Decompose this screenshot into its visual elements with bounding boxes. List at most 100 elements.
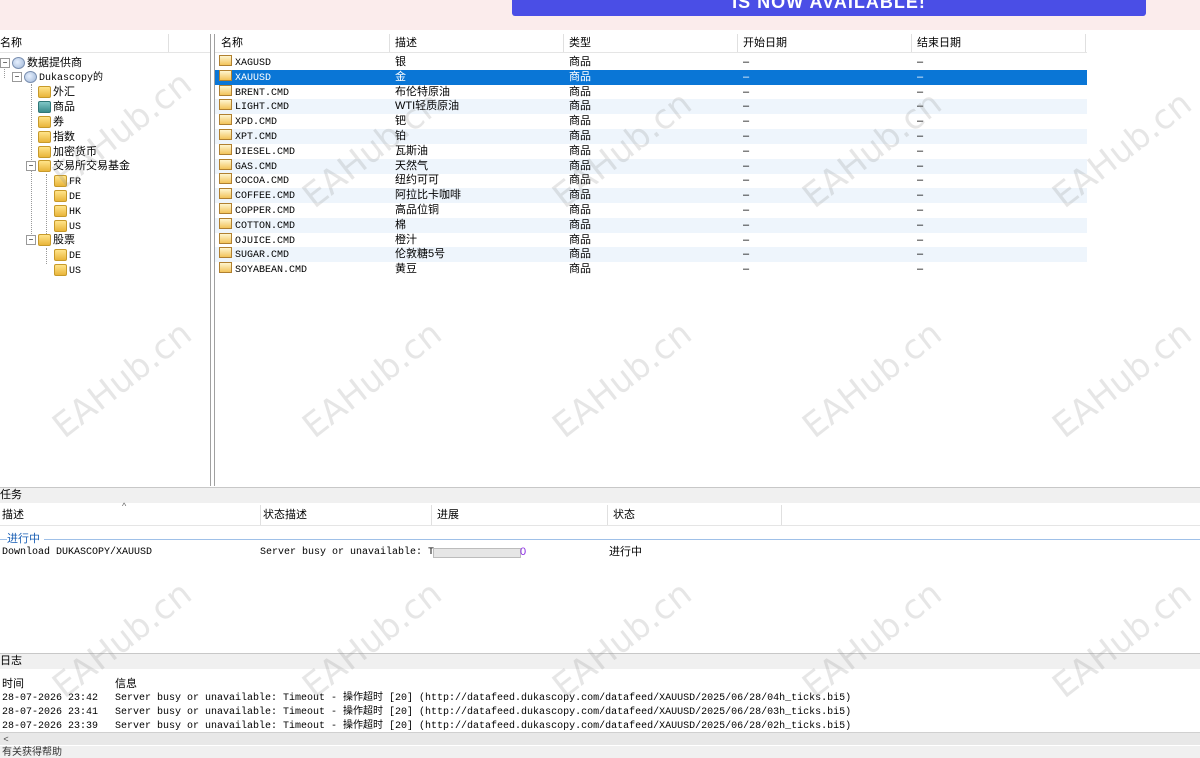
- tree-node-etf-fr[interactable]: FR: [54, 174, 81, 188]
- symbol-cell-text: –: [743, 70, 750, 83]
- symbol-cell-type: 商品: [563, 129, 591, 144]
- collapse-icon[interactable]: −: [26, 161, 36, 172]
- tree-node-indices[interactable]: 指数: [38, 130, 75, 144]
- symbol-cell-text: –: [917, 263, 924, 276]
- tree-node-etf-hk[interactable]: HK: [54, 204, 81, 218]
- symbol-cell-desc: 铂: [389, 129, 406, 144]
- horizontal-scrollbar[interactable]: <: [0, 732, 1200, 745]
- symbol-cell-text: –: [917, 159, 924, 172]
- folder-icon: [38, 131, 51, 144]
- symbol-cell-desc: 银: [389, 55, 406, 70]
- tree-node-etf-de[interactable]: DE: [54, 189, 81, 203]
- collapse-icon[interactable]: −: [26, 235, 36, 246]
- provider-tree[interactable]: 名称 − 数据提供商 − Dukascopy的 外汇 商品 券 指数 加密货币 − 交…: [0, 34, 211, 486]
- tasks-header: 描述 状态描述 进展 状态 ^: [0, 501, 1200, 526]
- collapse-icon[interactable]: −: [12, 72, 22, 83]
- tasks-col-desc[interactable]: 描述: [0, 505, 261, 525]
- symbol-row[interactable]: SOYABEAN.CMD 黄豆 商品 – –: [215, 262, 1087, 277]
- symbol-row[interactable]: GAS.CMD 天然气 商品 – –: [215, 158, 1087, 175]
- tree-node-crypto[interactable]: 加密货币: [38, 145, 97, 159]
- symbol-cell-desc: WTI轻质原油: [389, 99, 459, 114]
- symbol-row[interactable]: OJUICE.CMD 橙汁 商品 – –: [215, 232, 1087, 249]
- symbol-row[interactable]: COCOA.CMD 纽约可可 商品 – –: [215, 173, 1087, 188]
- symbol-cell-desc: 阿拉比卡咖啡: [389, 188, 461, 203]
- symbol-cell-text: 商品: [569, 263, 591, 276]
- instrument-icon: [219, 217, 232, 229]
- task-row[interactable]: Download DUKASCOPY/XAUUSD Server busy or…: [0, 545, 1200, 560]
- symbol-cell-end: –: [911, 129, 923, 144]
- symbol-cell-desc: 黄豆: [389, 262, 417, 277]
- symbol-row[interactable]: XAUUSD 金 商品 – –: [215, 69, 1087, 85]
- symbol-cell-end: –: [911, 70, 923, 85]
- instrument-icon: [219, 247, 232, 259]
- symbol-cell-name: XAGUSD: [215, 55, 271, 71]
- tree-node-root[interactable]: − 数据提供商: [0, 56, 82, 70]
- symbol-cell-type: 商品: [563, 262, 591, 277]
- tree-node-bonds[interactable]: 券: [38, 115, 64, 129]
- tasks-col-status-desc[interactable]: 状态描述: [261, 505, 432, 525]
- col-desc[interactable]: 描述: [389, 34, 564, 52]
- tree-header-name[interactable]: 名称: [0, 34, 169, 52]
- tree-node-stocks-de[interactable]: DE: [54, 248, 81, 262]
- instrument-icon: [219, 262, 232, 274]
- log-col-time[interactable]: 时间: [2, 675, 24, 691]
- symbol-cell-type: 商品: [563, 70, 591, 85]
- log-row[interactable]: 28-07-2026 23:42 Server busy or unavailab…: [0, 692, 1200, 706]
- symbol-cell-text: 商品: [569, 130, 591, 142]
- symbol-cell-name: OJUICE.CMD: [215, 232, 296, 249]
- task-status-desc: Server busy or unavailable: T...: [260, 547, 453, 558]
- symbol-cell-text: –: [917, 70, 924, 83]
- symbol-cell-desc: 金: [389, 70, 406, 85]
- symbol-cell-type: 商品: [563, 233, 591, 248]
- symbol-cell-type: 商品: [563, 218, 591, 233]
- col-name[interactable]: 名称: [215, 34, 390, 52]
- symbol-row[interactable]: XAGUSD 银 商品 – –: [215, 55, 1087, 70]
- symbol-cell-text: –: [917, 56, 924, 68]
- tree-node-commodities[interactable]: 商品: [38, 100, 75, 114]
- symbol-row[interactable]: SUGAR.CMD 伦敦糖5号 商品 – –: [215, 247, 1087, 263]
- symbol-row[interactable]: BRENT.CMD 布伦特原油 商品 – –: [215, 84, 1087, 100]
- symbol-row[interactable]: DIESEL.CMD 瓦斯油 商品 – –: [215, 143, 1087, 160]
- instrument-icon: [219, 143, 232, 155]
- tree-node-dukascopy[interactable]: − Dukascopy的: [12, 70, 103, 84]
- symbol-row[interactable]: COPPER.CMD 高品位铜 商品 – –: [215, 203, 1087, 218]
- symbol-cell-text: 橙汁: [395, 233, 417, 246]
- tree-node-etf[interactable]: − 交易所交易基金: [26, 159, 130, 173]
- symbol-cell-text: –: [917, 189, 924, 202]
- symbol-cell-desc: 高品位铜: [389, 203, 439, 218]
- tree-node-forex[interactable]: 外汇: [38, 85, 75, 99]
- symbol-cell-start: –: [737, 99, 749, 114]
- folder-icon: [54, 249, 67, 262]
- tree-node-stocks-us[interactable]: US: [54, 263, 81, 277]
- symbol-row[interactable]: COTTON.CMD 棉 商品 – –: [215, 217, 1087, 233]
- symbol-list[interactable]: 名称 描述 类型 开始日期 结束日期 XAGUSD 银商品 – – XAUUSD 金商品 –…: [214, 34, 1200, 486]
- tasks-col-state[interactable]: 状态: [611, 505, 782, 525]
- symbol-cell-name: DIESEL.CMD: [215, 143, 295, 160]
- symbol-cell-text: OJUICE.CMD: [235, 235, 296, 247]
- instrument-icon: [219, 203, 232, 214]
- task-group[interactable]: 进行中: [0, 532, 1200, 546]
- log-header: 时间 信息: [0, 675, 1200, 690]
- symbol-cell-name: GAS.CMD: [215, 158, 277, 175]
- col-start-date[interactable]: 开始日期: [737, 34, 912, 52]
- tree-node-etf-us[interactable]: US: [54, 219, 81, 233]
- symbol-cell-text: 布伦特原油: [395, 85, 450, 98]
- symbol-row[interactable]: COFFEE.CMD 阿拉比卡咖啡 商品 – –: [215, 188, 1087, 204]
- log-col-info[interactable]: 信息: [115, 675, 137, 691]
- symbol-row[interactable]: XPT.CMD 铂 商品 – –: [215, 129, 1087, 144]
- tree-node-stocks[interactable]: − 股票: [26, 233, 75, 247]
- symbol-cell-name: LIGHT.CMD: [215, 99, 289, 115]
- symbol-cell-text: –: [917, 144, 924, 157]
- col-type[interactable]: 类型: [563, 34, 738, 52]
- symbol-row[interactable]: LIGHT.CMD WTI轻质原油 商品 – –: [215, 99, 1087, 115]
- symbol-cell-name: COPPER.CMD: [215, 203, 295, 219]
- collapse-icon[interactable]: −: [0, 58, 10, 69]
- folder-icon: [54, 220, 67, 233]
- symbol-row[interactable]: XPD.CMD 钯 商品 – –: [215, 114, 1087, 129]
- tasks-col-progress[interactable]: 进展: [435, 505, 608, 525]
- log-message: Server busy or unavailable: Timeout - 操作…: [115, 707, 852, 718]
- banner-button[interactable]: IS NOW AVAILABLE!: [512, 0, 1146, 16]
- log-row[interactable]: 28-07-2026 23:41 Server busy or unavailab…: [0, 706, 1200, 720]
- col-end-date[interactable]: 结束日期: [911, 34, 1086, 52]
- symbol-cell-end: –: [911, 188, 923, 203]
